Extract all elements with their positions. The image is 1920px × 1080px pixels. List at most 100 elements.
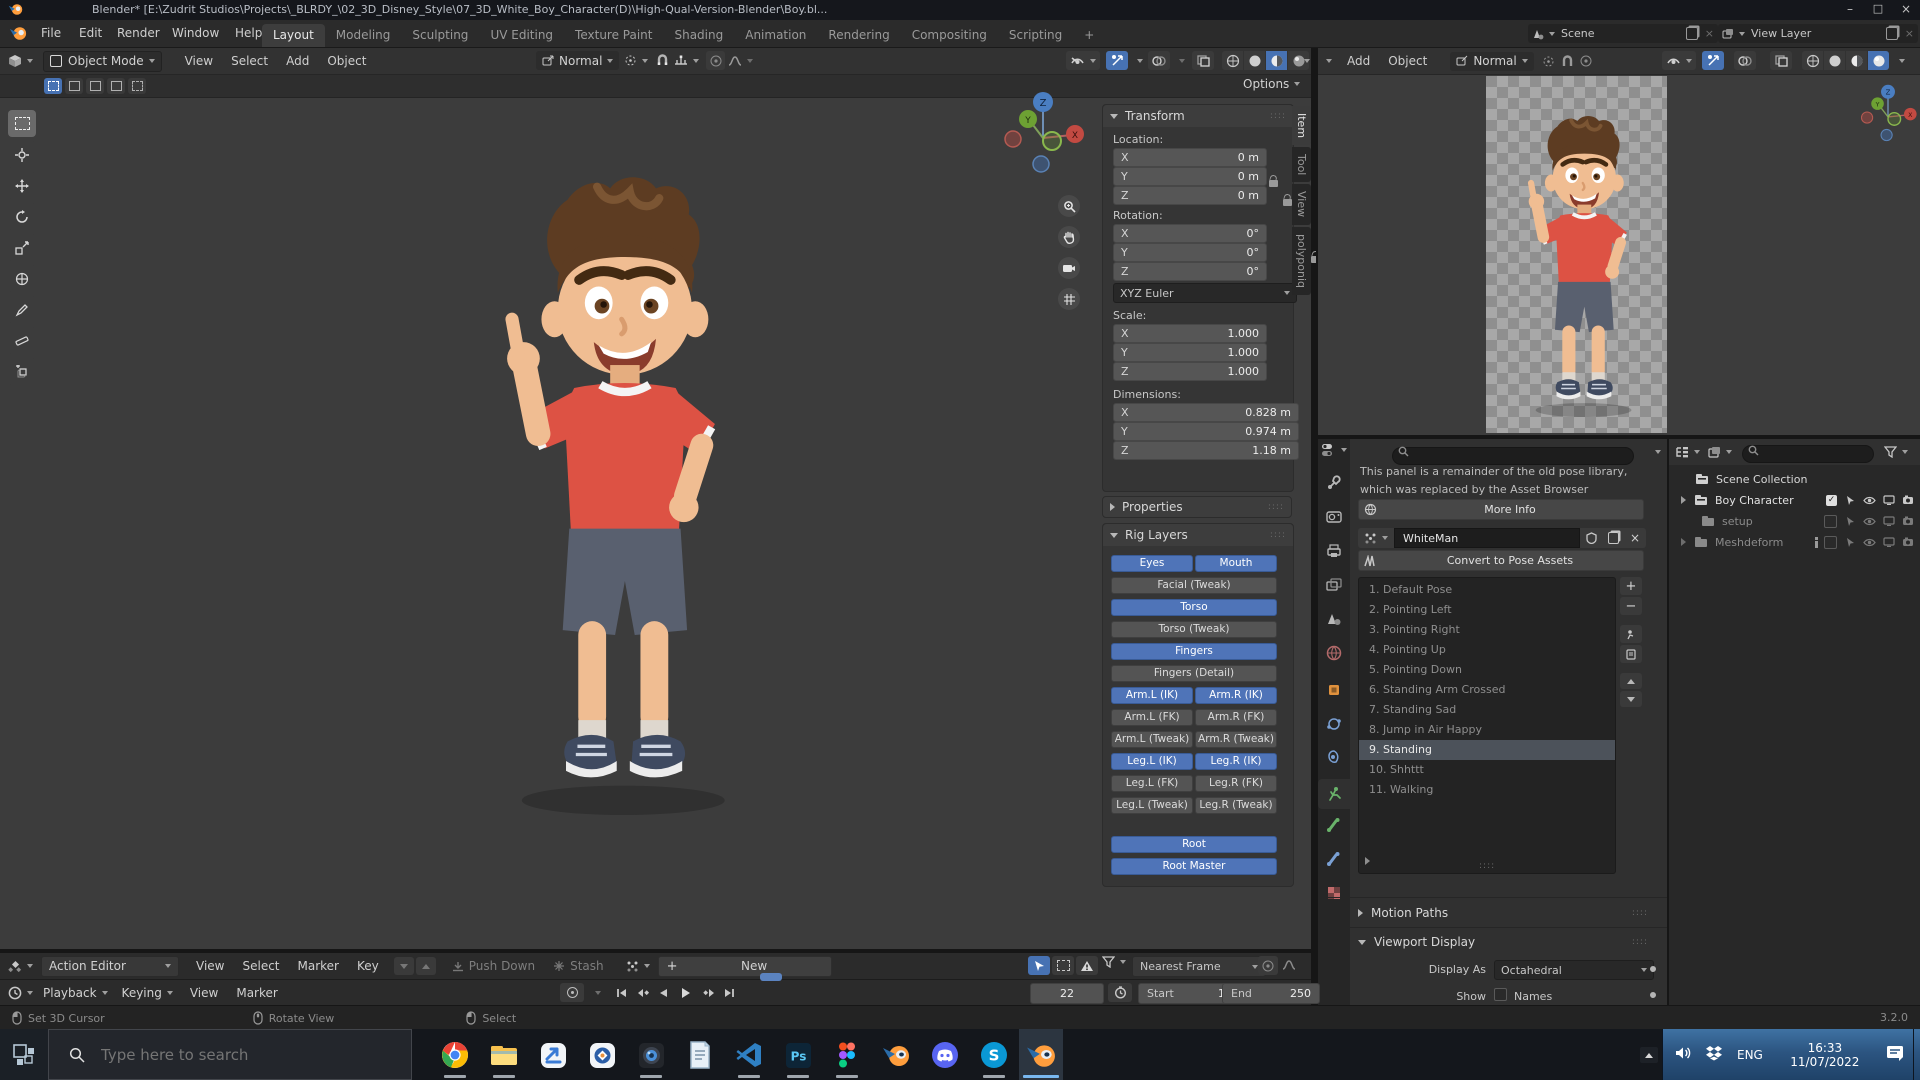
pose-item-selected[interactable]: 9. Standing	[1359, 740, 1615, 760]
tl-menu-marker[interactable]: Marker	[227, 980, 286, 1007]
tool-rotate[interactable]	[8, 203, 36, 230]
dropbox-icon[interactable]	[1705, 1045, 1723, 1065]
tab-compositing[interactable]: Compositing	[901, 24, 998, 47]
taskbar-skype-icon[interactable]: S	[977, 1038, 1011, 1072]
location-x-field[interactable]: X0 m	[1113, 148, 1267, 167]
vp2-shading-material-button[interactable]	[1846, 51, 1867, 70]
rotation-x-field[interactable]: X0°	[1113, 224, 1267, 243]
jump-to-end-button[interactable]	[720, 983, 739, 1002]
tab-output[interactable]	[1326, 543, 1342, 562]
vp2-shading-wireframe-button[interactable]	[1802, 51, 1823, 70]
rig-armr-ik-button[interactable]: Arm.R (IK)	[1195, 687, 1277, 704]
pose-item[interactable]: 3. Pointing Right	[1359, 620, 1615, 640]
tab-modeling[interactable]: Modeling	[325, 24, 402, 47]
snap-settings-dropdown[interactable]	[674, 51, 699, 70]
outliner-row-boy-character[interactable]: Boy Character ✓	[1669, 490, 1920, 510]
vp-menu-select[interactable]: Select	[222, 48, 277, 75]
ds-proportional-button[interactable]	[1258, 956, 1278, 975]
taskbar-figma-icon[interactable]	[830, 1038, 864, 1072]
copy-view-layer-icon[interactable]	[1886, 27, 1898, 40]
overlays-toggle[interactable]	[1148, 51, 1170, 70]
prev-keyframe-button[interactable]	[633, 983, 652, 1002]
taskbar-notepad-icon[interactable]	[683, 1038, 717, 1072]
shading-wireframe-button[interactable]	[1222, 51, 1243, 70]
camera-view-button[interactable]	[1058, 257, 1080, 279]
orientation-dropdown[interactable]: Normal	[536, 51, 619, 70]
next-keyframe-button[interactable]	[699, 983, 718, 1002]
lock-location-y-icon[interactable]	[1283, 199, 1292, 206]
properties-editor-type-button[interactable]	[1321, 443, 1347, 457]
expand-icon[interactable]	[1681, 496, 1686, 504]
action-browse-button[interactable]	[1358, 528, 1394, 548]
move-pose-up-button[interactable]	[1620, 673, 1642, 689]
taskbar-app-blue-arrow-icon[interactable]	[536, 1038, 570, 1072]
vp2-menu-object[interactable]: Object	[1379, 48, 1436, 75]
tab-bone-constraints[interactable]	[1326, 851, 1342, 871]
rig-fingers-button[interactable]: Fingers	[1111, 643, 1277, 660]
tab-uv-editing[interactable]: UV Editing	[479, 24, 564, 47]
scale-x-field[interactable]: X1.000	[1113, 324, 1267, 343]
sidebar-tab-item[interactable]: Item	[1292, 106, 1311, 145]
pose-item[interactable]: 2. Pointing Left	[1359, 600, 1615, 620]
sidebar-tab-tool[interactable]: Tool	[1292, 147, 1311, 182]
unlink-action-button[interactable]: ×	[1624, 528, 1646, 548]
collection-checkbox-unchecked[interactable]	[1824, 536, 1837, 549]
new-action-button[interactable]: + New	[658, 956, 832, 977]
outliner-row-meshdeform[interactable]: Meshdeform	[1669, 532, 1920, 552]
pose-item[interactable]: 6. Standing Arm Crossed	[1359, 680, 1615, 700]
menu-window[interactable]: Window	[163, 20, 228, 47]
action-selector-button[interactable]	[626, 960, 650, 973]
mode-dropdown[interactable]: Object Mode	[43, 51, 162, 72]
rig-fingers-detail-button[interactable]: Fingers (Detail)	[1111, 665, 1277, 682]
pan-nav-button[interactable]	[1058, 226, 1080, 248]
taskbar-search[interactable]	[48, 1029, 412, 1080]
view-layer-selector[interactable]: View Layer ×	[1718, 24, 1918, 43]
ortho-toggle-button[interactable]	[1058, 288, 1080, 310]
rig-facial-tweak-button[interactable]: Facial (Tweak)	[1111, 577, 1277, 594]
outliner-search-input[interactable]	[1742, 445, 1874, 463]
action-name-field[interactable]: WhiteMan	[1394, 528, 1580, 548]
use-preview-range-button[interactable]	[1108, 983, 1132, 1002]
tray-show-hidden-button[interactable]	[1640, 1047, 1658, 1063]
vp2-shading-rendered-button[interactable]	[1868, 51, 1889, 70]
gizmos-toggle[interactable]	[1106, 51, 1128, 70]
pivot-dropdown[interactable]	[620, 51, 652, 70]
scale-y-field[interactable]: Y1.000	[1113, 343, 1267, 362]
visibility-dropdown[interactable]	[1066, 51, 1100, 70]
stash-button[interactable]: Stash	[553, 959, 604, 973]
select-mode-set-button[interactable]	[44, 78, 62, 94]
select-mode-extend-button[interactable]	[65, 78, 83, 94]
rotation-y-field[interactable]: Y0°	[1113, 243, 1267, 262]
rig-arml-fk-button[interactable]: Arm.L (FK)	[1111, 709, 1193, 726]
tab-render[interactable]	[1326, 509, 1342, 528]
outliner-editor-type-button[interactable]	[1675, 446, 1700, 459]
new-action-copy-button[interactable]	[1602, 528, 1624, 548]
taskbar-discord-icon[interactable]	[928, 1038, 962, 1072]
show-names-checkbox[interactable]	[1494, 988, 1507, 1001]
tool-cursor[interactable]	[8, 141, 36, 168]
vp2-navigation-gizmo[interactable]	[1858, 82, 1918, 142]
pose-item[interactable]: 10. Shhttt	[1359, 760, 1615, 780]
end-frame-field[interactable]: End 250	[1222, 983, 1320, 1004]
vp-menu-object[interactable]: Object	[318, 48, 375, 75]
tool-transform[interactable]	[8, 265, 36, 292]
shading-dropdown[interactable]	[1304, 59, 1310, 63]
hide-eye-icon[interactable]	[1863, 517, 1876, 526]
selectable-icon[interactable]	[1845, 516, 1856, 527]
tl-menu-view[interactable]: View	[181, 980, 227, 1007]
scale-z-field[interactable]: Z1.000	[1113, 362, 1267, 381]
taskbar-vscode-icon[interactable]	[732, 1038, 766, 1072]
pose-item[interactable]: 11. Walking	[1359, 780, 1615, 800]
tray-clock[interactable]: 16:33 11/07/2022	[1779, 1041, 1871, 1069]
vp2-overlays-toggle[interactable]	[1734, 51, 1756, 70]
properties-filter-dropdown[interactable]	[1655, 450, 1661, 454]
move-channel-down-button[interactable]	[394, 957, 414, 975]
outliner-display-mode-button[interactable]	[1708, 446, 1732, 458]
zoom-nav-button[interactable]	[1058, 195, 1080, 217]
pose-item[interactable]: 7. Standing Sad	[1359, 700, 1615, 720]
current-frame-field[interactable]: 22	[1030, 983, 1104, 1004]
tray-language[interactable]: ENG	[1737, 1048, 1763, 1062]
action-center-icon[interactable]	[1885, 1044, 1905, 1066]
select-mode-invert-button[interactable]	[107, 78, 125, 94]
start-frame-field[interactable]: Start 1	[1138, 983, 1234, 1004]
